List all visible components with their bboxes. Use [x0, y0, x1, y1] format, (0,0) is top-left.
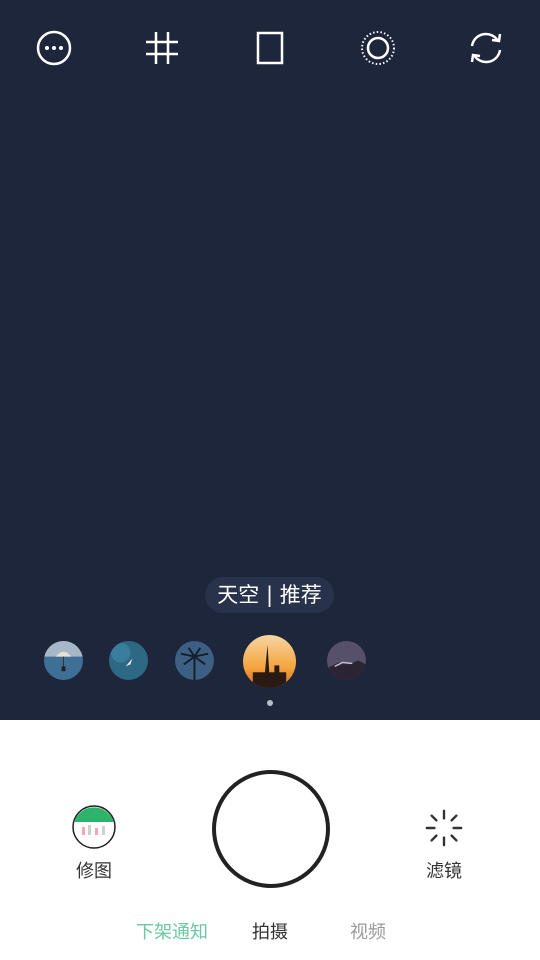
filter-icon: [425, 809, 463, 847]
edit-photo-button[interactable]: 修图: [59, 805, 129, 883]
shutter-button[interactable]: [212, 770, 330, 888]
mode-tab-photo[interactable]: 拍摄: [252, 918, 288, 944]
page-indicator-dot: [267, 700, 273, 706]
camera-viewfinder[interactable]: 天空 | 推荐: [0, 0, 540, 720]
edit-photo-label: 修图: [76, 861, 112, 882]
grid-button[interactable]: [142, 28, 182, 68]
mode-tab-video[interactable]: 视频: [350, 918, 386, 944]
aspect-ratio-icon: [256, 31, 284, 65]
filter-thumbnail-mountain[interactable]: [327, 641, 366, 680]
more-options-button[interactable]: [34, 28, 74, 68]
timer-button[interactable]: [358, 28, 398, 68]
filter-label: 滤镜: [426, 861, 462, 882]
switch-camera-button[interactable]: [466, 28, 506, 68]
more-options-icon: [36, 30, 72, 66]
filter-button[interactable]: 滤镜: [409, 807, 479, 883]
aspect-ratio-button[interactable]: [250, 28, 290, 68]
edit-photo-icon: [72, 805, 116, 849]
switch-camera-icon: [470, 32, 502, 64]
grid-icon: [146, 32, 178, 64]
filter-thumbnail-city-sunset[interactable]: [243, 635, 296, 688]
filter-thumbnail-bird[interactable]: [109, 641, 148, 680]
filter-thumbnail-palm[interactable]: [175, 641, 214, 680]
timer-icon: [361, 31, 395, 65]
filter-thumbnail-parachute[interactable]: [44, 641, 83, 680]
current-filter-label: 天空 | 推荐: [205, 577, 334, 613]
mode-tab-notice[interactable]: 下架通知: [136, 918, 208, 944]
